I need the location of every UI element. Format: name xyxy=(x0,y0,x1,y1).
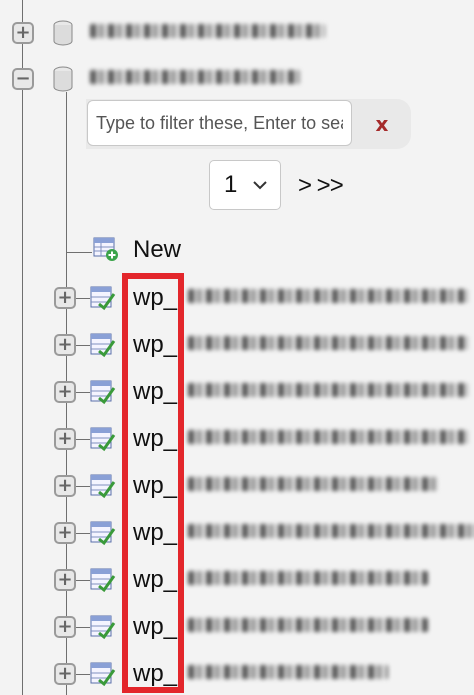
table-icon[interactable] xyxy=(90,567,116,593)
table-name-prefix[interactable]: wp_ xyxy=(133,613,177,641)
table-filter-input[interactable] xyxy=(87,100,352,146)
expand-icon[interactable]: + xyxy=(54,428,76,450)
expand-icon[interactable]: + xyxy=(54,663,76,685)
table-icon[interactable] xyxy=(90,520,116,546)
expand-icon[interactable]: + xyxy=(12,22,34,44)
page-select-value: 1 xyxy=(224,171,238,198)
tree-branch-new xyxy=(66,252,92,253)
table-icon[interactable] xyxy=(90,614,116,640)
table-icon[interactable] xyxy=(90,661,116,687)
table-name-redacted[interactable] xyxy=(188,336,468,350)
table-name-prefix[interactable]: wp_ xyxy=(133,660,177,688)
table-name-redacted[interactable] xyxy=(188,571,428,585)
expand-icon[interactable]: + xyxy=(54,381,76,403)
database-name-redacted[interactable] xyxy=(90,24,325,38)
chevron-down-icon xyxy=(253,181,267,190)
database-icon xyxy=(53,20,73,46)
expand-icon[interactable]: + xyxy=(54,569,76,591)
table-name-redacted[interactable] xyxy=(188,477,438,491)
table-icon[interactable] xyxy=(90,285,116,311)
table-name-prefix[interactable]: wp_ xyxy=(133,566,177,594)
table-icon[interactable] xyxy=(90,332,116,358)
table-name-redacted[interactable] xyxy=(188,618,428,632)
table-icon[interactable] xyxy=(90,379,116,405)
database-name-redacted[interactable] xyxy=(90,70,300,84)
expand-icon[interactable]: + xyxy=(54,334,76,356)
table-name-prefix[interactable]: wp_ xyxy=(133,378,177,406)
table-name-prefix[interactable]: wp_ xyxy=(133,472,177,500)
tree-line-root xyxy=(22,0,23,695)
table-name-redacted[interactable] xyxy=(188,665,388,679)
table-name-prefix[interactable]: wp_ xyxy=(133,331,177,359)
table-name-redacted[interactable] xyxy=(188,430,468,444)
table-name-redacted[interactable] xyxy=(188,524,474,538)
table-name-prefix[interactable]: wp_ xyxy=(133,519,177,547)
collapse-icon[interactable]: − xyxy=(12,68,34,90)
table-name-prefix[interactable]: wp_ xyxy=(133,284,177,312)
table-icon[interactable] xyxy=(90,473,116,499)
table-name-redacted[interactable] xyxy=(188,289,468,303)
table-name-prefix[interactable]: wp_ xyxy=(133,425,177,453)
expand-icon[interactable]: + xyxy=(54,522,76,544)
expand-icon[interactable]: + xyxy=(54,616,76,638)
table-name-redacted[interactable] xyxy=(188,383,468,397)
expand-icon[interactable]: + xyxy=(54,287,76,309)
new-table-icon[interactable] xyxy=(93,236,119,262)
database-icon xyxy=(53,66,73,92)
clear-filter-button[interactable]: x xyxy=(368,110,396,138)
expand-icon[interactable]: + xyxy=(54,475,76,497)
new-table-link[interactable]: New xyxy=(133,236,181,264)
next-page-link[interactable]: > >> xyxy=(298,172,344,200)
page-select[interactable]: 1 xyxy=(209,160,281,210)
table-icon[interactable] xyxy=(90,426,116,452)
